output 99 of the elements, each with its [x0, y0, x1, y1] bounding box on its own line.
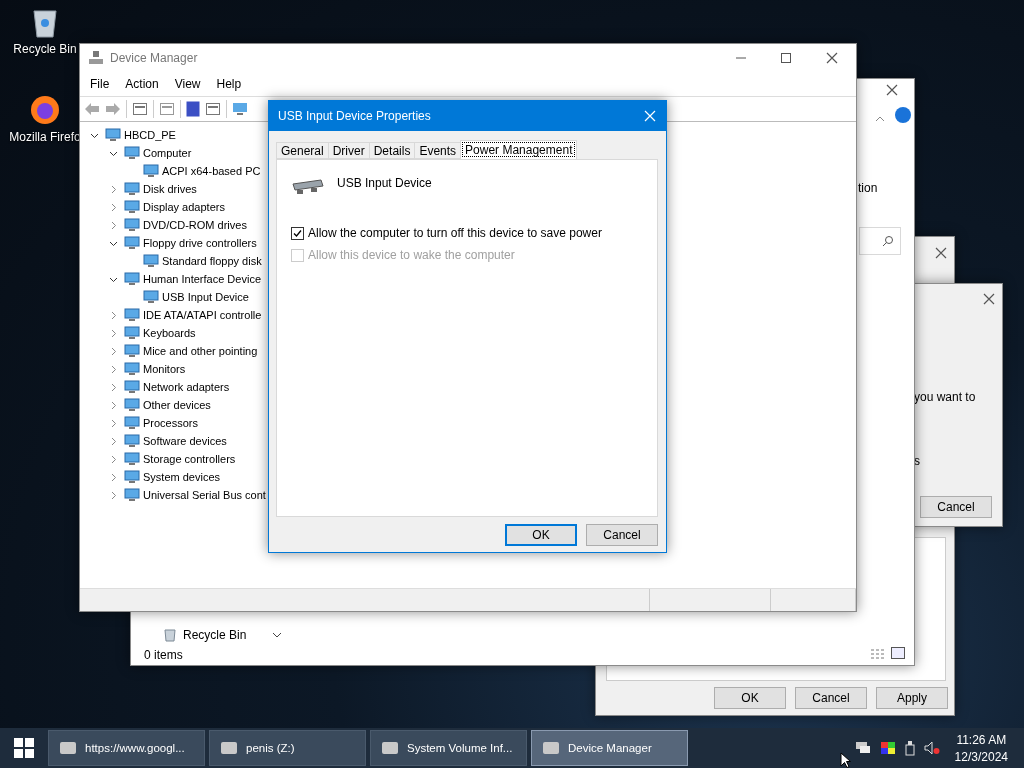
view-icon[interactable]: [205, 101, 221, 117]
device-icon: [124, 272, 140, 286]
taskbar-button[interactable]: penis (Z:): [209, 730, 366, 766]
tree-item[interactable]: Floppy drive controllers: [143, 237, 257, 249]
device-manager-icon: [88, 50, 104, 66]
maximize-icon[interactable]: [781, 53, 791, 63]
menu-item[interactable]: View: [166, 77, 209, 91]
ribbon-label[interactable]: tion: [858, 181, 878, 195]
device-icon: [124, 452, 140, 466]
device-icon: [124, 182, 140, 196]
device-icon: [124, 488, 140, 502]
tab[interactable]: General: [276, 142, 329, 159]
tree-item[interactable]: Other devices: [143, 399, 211, 411]
dialog-button[interactable]: Apply: [876, 687, 948, 709]
status-text: 0 items: [144, 648, 183, 662]
desktop-icon-label[interactable]: Recycle Bin: [13, 42, 77, 56]
dialog-button[interactable]: Cancel: [586, 524, 658, 546]
tree-item[interactable]: DVD/CD-ROM drives: [143, 219, 247, 231]
list-icon[interactable]: [159, 101, 175, 117]
start-icon[interactable]: [14, 738, 34, 758]
menu-item[interactable]: Help: [208, 77, 250, 91]
search-icon: [882, 235, 894, 247]
clock-date[interactable]: 12/3/2024: [954, 749, 1008, 764]
tree-item[interactable]: Software devices: [143, 435, 227, 447]
device-icon: [124, 398, 140, 412]
tree-item[interactable]: Mice and other pointing: [143, 345, 258, 357]
taskbar-button[interactable]: https://www.googl...: [48, 730, 205, 766]
menu-item[interactable]: Action: [117, 77, 167, 91]
mouse-cursor-icon: [840, 752, 851, 768]
recycle-bin-icon: [163, 628, 177, 642]
browser-icon[interactable]: [29, 94, 61, 126]
dialog-text: s: [914, 454, 920, 468]
dialog-button[interactable]: Cancel: [795, 687, 867, 709]
tree-item[interactable]: Network adapters: [143, 381, 230, 393]
device-icon: [124, 146, 140, 160]
tab[interactable]: Events: [414, 142, 462, 159]
dialog-button[interactable]: OK: [714, 687, 786, 709]
menu-item[interactable]: File: [82, 77, 118, 91]
dialog-button[interactable]: OK: [505, 524, 577, 546]
tree-item[interactable]: Processors: [143, 417, 199, 429]
dialog-text: you want to: [914, 390, 976, 404]
usb-drive-icon[interactable]: [904, 740, 915, 756]
device-icon: [105, 128, 121, 142]
tree-item[interactable]: Monitors: [143, 363, 186, 375]
preview-view-icon[interactable]: [891, 647, 905, 659]
device-icon: [124, 236, 140, 250]
tree-item[interactable]: Universal Serial Bus cont: [143, 489, 266, 501]
tree-item[interactable]: USB Input Device: [162, 291, 249, 303]
close-icon[interactable]: [983, 293, 995, 305]
device-icon: [124, 434, 140, 448]
search-field[interactable]: [859, 227, 901, 255]
device-icon: [143, 164, 159, 178]
properties-icon[interactable]: [132, 101, 148, 117]
close-icon[interactable]: [935, 247, 947, 259]
color-icon[interactable]: [879, 741, 896, 755]
tree-item[interactable]: Human Interface Device: [143, 273, 261, 285]
dialog-title: USB Input Device Properties: [278, 109, 431, 123]
tree-item[interactable]: ACPI x64-based PC: [162, 165, 261, 177]
back-arrow-icon[interactable]: [84, 102, 100, 116]
device-icon: [124, 362, 140, 376]
device-icon: [124, 344, 140, 358]
tree-item[interactable]: Storage controllers: [143, 453, 236, 465]
device-icon: [124, 218, 140, 232]
nav-item[interactable]: Recycle Bin: [183, 628, 247, 642]
device-icon: [124, 470, 140, 484]
taskbar-button[interactable]: Device Manager: [531, 730, 688, 766]
tree-item[interactable]: Keyboards: [143, 327, 196, 339]
tab[interactable]: Driver: [327, 142, 370, 159]
forward-arrow-icon[interactable]: [105, 102, 121, 116]
device-name: USB Input Device: [337, 176, 432, 190]
tree-item[interactable]: Display adapters: [143, 201, 225, 213]
device-icon: [124, 200, 140, 214]
tab[interactable]: Power Management: [460, 140, 578, 159]
speaker-muted-icon[interactable]: [923, 741, 940, 755]
close-icon[interactable]: [886, 84, 898, 96]
clock-time[interactable]: 11:26 AM: [956, 732, 1007, 747]
device-icon: [124, 326, 140, 340]
tree-item[interactable]: Disk drives: [143, 183, 197, 195]
device-icon: [143, 290, 159, 304]
tree-item[interactable]: HBCD_PE: [124, 129, 176, 141]
tree-item[interactable]: IDE ATA/ATAPI controlle: [143, 309, 262, 321]
checkbox[interactable]: [291, 226, 304, 240]
monitor-icon[interactable]: [232, 101, 248, 117]
tab[interactable]: Details: [368, 142, 416, 159]
cancel-button[interactable]: Cancel: [920, 496, 992, 518]
tree-item[interactable]: Computer: [143, 147, 192, 159]
close-icon[interactable]: [826, 52, 839, 64]
device-icon: [124, 308, 140, 322]
usb-device-icon: [291, 176, 325, 196]
network-icon[interactable]: [854, 741, 871, 755]
tree-item[interactable]: System devices: [143, 471, 221, 483]
tree-item[interactable]: Standard floppy disk: [162, 255, 262, 267]
taskbar-button[interactable]: System Volume Inf...: [370, 730, 527, 766]
collapse-ribbon-icon[interactable]: [875, 116, 885, 122]
checkbox-label[interactable]: Allow the computer to turn off this device to save power: [308, 226, 602, 240]
window-title: Device Manager: [110, 51, 199, 65]
device-icon: [143, 254, 159, 268]
device-icon: [124, 380, 140, 394]
device-icon: [124, 416, 140, 430]
